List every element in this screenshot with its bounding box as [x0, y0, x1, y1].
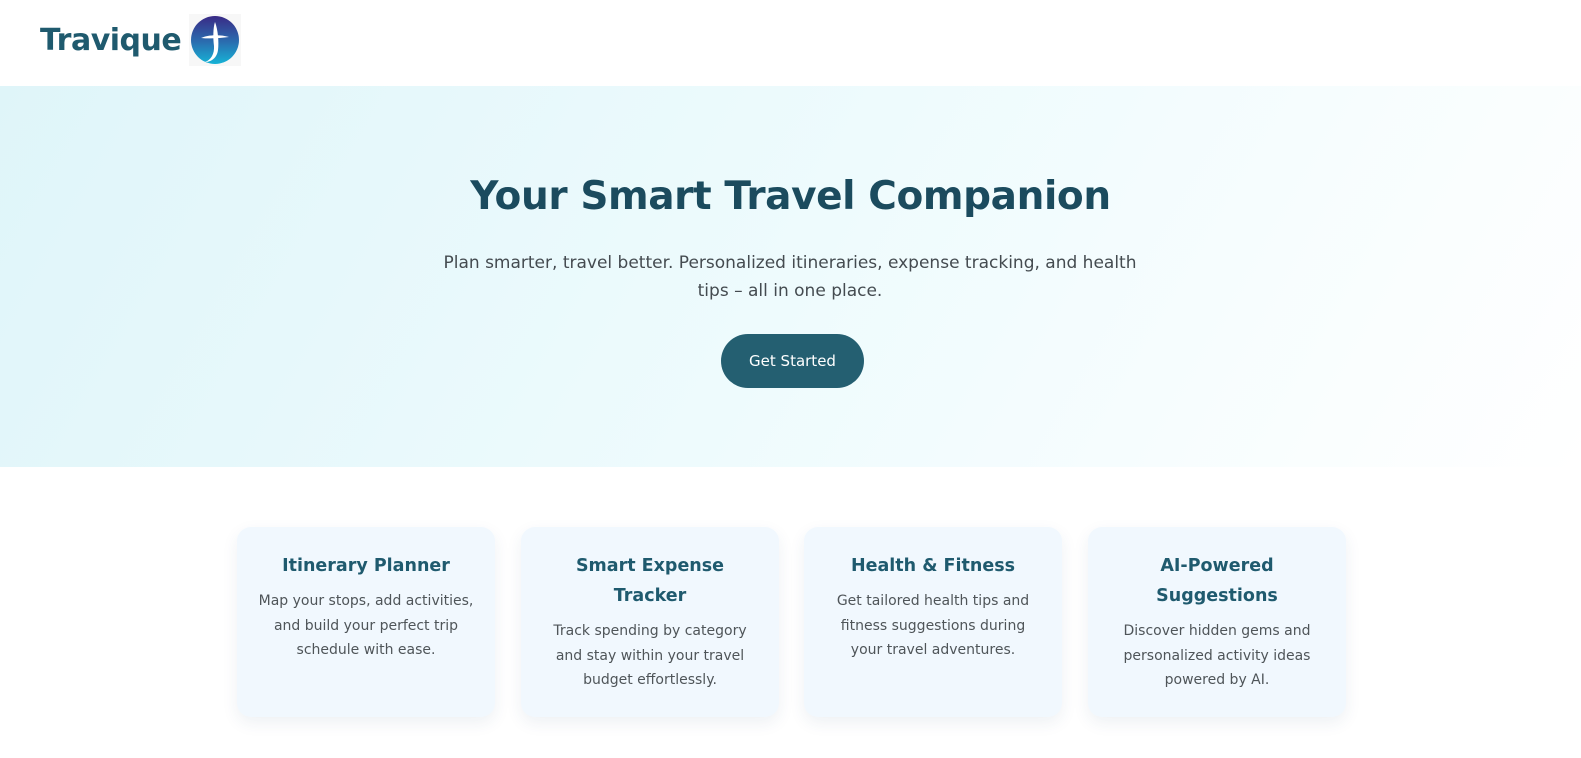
feature-card-title: Health & Fitness — [850, 556, 1016, 576]
feature-card-title: Smart Expense Tracker — [575, 556, 725, 606]
top-navbar: Travique — [0, 0, 1581, 86]
feature-card-ai-suggestions: AI-Powered Suggestions Discover hidden g… — [1088, 527, 1346, 717]
feature-card-text: Get tailored health tips and fitness sug… — [836, 593, 1030, 658]
feature-card-text: Track spending by category and stay with… — [553, 623, 747, 688]
feature-card-text: Discover hidden gems and personalized ac… — [1123, 623, 1311, 688]
features-section: Itinerary Planner Map your stops, add ac… — [0, 467, 1581, 758]
travique-logo-icon — [189, 14, 242, 66]
hero-section: Your Smart Travel Companion Plan smarter… — [0, 86, 1581, 467]
get-started-button[interactable]: Get Started — [721, 334, 864, 388]
brand-link[interactable]: Travique — [40, 14, 242, 66]
brand-name: Travique — [40, 22, 182, 58]
feature-card-expense-tracker: Smart Expense Tracker Track spending by … — [521, 527, 779, 717]
hero-subtitle: Plan smarter, travel better. Personalize… — [443, 253, 1137, 301]
feature-card-title: Itinerary Planner — [282, 556, 450, 576]
hero-title: Your Smart Travel Companion — [470, 174, 1111, 219]
feature-card-title: AI-Powered Suggestions — [1156, 556, 1278, 606]
feature-card-itinerary-planner: Itinerary Planner Map your stops, add ac… — [237, 527, 495, 717]
feature-card-text: Map your stops, add activities, and buil… — [258, 593, 474, 658]
feature-card-health-fitness: Health & Fitness Get tailored health tip… — [804, 527, 1062, 717]
